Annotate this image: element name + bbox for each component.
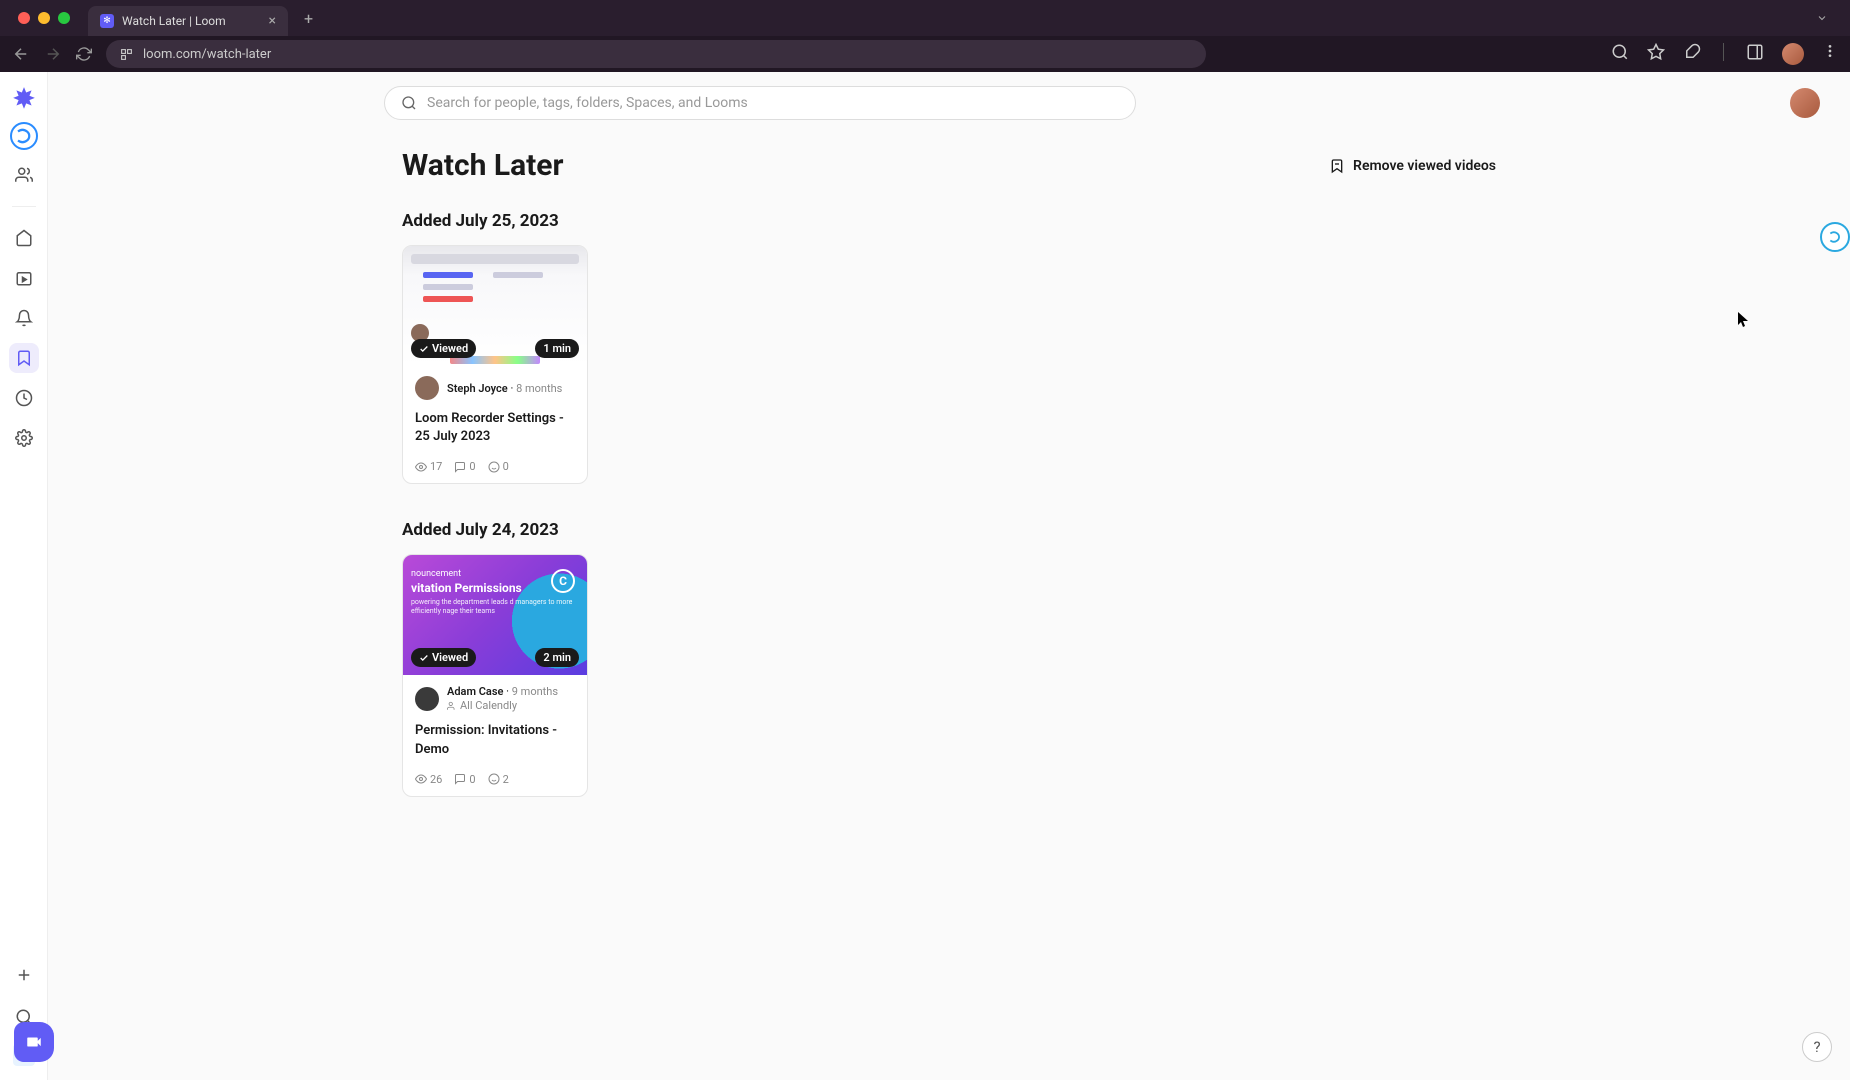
author-avatar[interactable] (415, 687, 439, 711)
comments-stat: 0 (454, 773, 475, 786)
settings-icon[interactable] (9, 423, 39, 453)
window-controls[interactable] (8, 12, 80, 24)
date-section: Added July 25, 2023 Viewed 1 min (402, 211, 1496, 484)
page-title: Watch Later (402, 148, 563, 183)
profile-avatar[interactable] (1782, 43, 1804, 65)
video-card[interactable]: nouncement vitation Permissions powering… (402, 554, 588, 796)
tab-title: Watch Later | Loom (122, 14, 226, 28)
people-icon (447, 701, 457, 711)
smile-icon (488, 461, 500, 473)
remove-viewed-button[interactable]: Remove viewed videos (1329, 158, 1496, 174)
address-bar[interactable]: loom.com/watch-later (106, 40, 1206, 68)
video-camera-icon (25, 1033, 43, 1051)
search-input[interactable] (427, 95, 1119, 111)
comment-icon (454, 461, 466, 473)
video-title[interactable]: Loom Recorder Settings - 25 July 2023 (415, 410, 575, 446)
time-ago: 9 months (512, 685, 558, 698)
add-icon[interactable] (9, 960, 39, 990)
calendly-icon[interactable] (10, 122, 38, 150)
viewed-badge: Viewed (411, 648, 476, 667)
search-box[interactable] (384, 86, 1136, 120)
author-name: Adam Case (447, 685, 503, 698)
close-window-icon[interactable] (18, 12, 30, 24)
forward-button[interactable] (44, 45, 62, 63)
url-bar: loom.com/watch-later (0, 36, 1850, 72)
video-card[interactable]: Viewed 1 min Steph Joyce · 8 months Loom… (402, 245, 588, 484)
bookmark-remove-icon (1329, 158, 1345, 174)
loom-logo-icon[interactable] (11, 86, 37, 112)
video-thumbnail[interactable]: nouncement vitation Permissions powering… (403, 555, 587, 675)
extensions-icon[interactable] (1683, 43, 1701, 61)
author-avatar[interactable] (415, 376, 439, 400)
viewed-badge: Viewed (411, 339, 476, 358)
record-button[interactable] (14, 1022, 54, 1062)
comments-stat: 0 (454, 460, 475, 473)
date-section: Added July 24, 2023 nouncement vitation … (402, 520, 1496, 796)
loom-favicon-icon: ✻ (100, 14, 114, 28)
zoom-icon[interactable] (1611, 43, 1629, 61)
views-stat: 26 (415, 773, 442, 786)
video-thumbnail[interactable]: Viewed 1 min (403, 246, 587, 366)
search-icon (401, 95, 417, 111)
shared-with: All Calendly (460, 699, 517, 712)
tab-bar: ✻ Watch Later | Loom × + (0, 0, 1850, 36)
comment-icon (454, 773, 466, 785)
views-stat: 17 (415, 460, 442, 473)
notifications-icon[interactable] (9, 303, 39, 333)
sidebar: A (0, 72, 48, 1080)
duration-badge: 2 min (535, 648, 579, 667)
check-icon (419, 344, 429, 354)
minimize-window-icon[interactable] (38, 12, 50, 24)
remove-viewed-label: Remove viewed videos (1353, 158, 1496, 174)
help-button[interactable]: ? (1802, 1032, 1832, 1062)
tab-close-icon[interactable]: × (269, 13, 276, 29)
eye-icon (415, 773, 427, 785)
maximize-window-icon[interactable] (58, 12, 70, 24)
menu-icon[interactable] (1822, 43, 1838, 59)
section-header: Added July 25, 2023 (402, 211, 1496, 231)
video-title[interactable]: Permission: Invitations - Demo (415, 722, 575, 758)
watch-later-icon[interactable] (9, 343, 39, 373)
browser-tab[interactable]: ✻ Watch Later | Loom × (88, 6, 288, 36)
site-settings-icon[interactable] (120, 48, 133, 61)
user-avatar[interactable] (1790, 88, 1820, 118)
back-button[interactable] (12, 45, 30, 63)
sidepanel-icon[interactable] (1746, 43, 1764, 61)
topbar (48, 72, 1850, 134)
smile-icon (488, 773, 500, 785)
tabs-dropdown-icon[interactable] (1802, 9, 1842, 28)
new-tab-button[interactable]: + (296, 9, 321, 28)
check-icon (419, 653, 429, 663)
section-header: Added July 24, 2023 (402, 520, 1496, 540)
history-icon[interactable] (9, 383, 39, 413)
people-icon[interactable] (9, 160, 39, 190)
home-icon[interactable] (9, 223, 39, 253)
reactions-stat: 0 (488, 460, 509, 473)
url-text: loom.com/watch-later (143, 47, 271, 62)
eye-icon (415, 461, 427, 473)
reactions-stat: 2 (488, 773, 509, 786)
reload-button[interactable] (76, 46, 92, 62)
library-icon[interactable] (9, 263, 39, 293)
duration-badge: 1 min (535, 339, 579, 358)
calendly-side-badge[interactable] (1820, 222, 1850, 252)
main: Watch Later Remove viewed videos Added J… (48, 72, 1850, 1080)
browser-chrome: ✻ Watch Later | Loom × + loom.com/watch-… (0, 0, 1850, 72)
bookmark-star-icon[interactable] (1647, 43, 1665, 61)
time-ago: 8 months (516, 382, 562, 395)
author-name: Steph Joyce (447, 382, 508, 395)
